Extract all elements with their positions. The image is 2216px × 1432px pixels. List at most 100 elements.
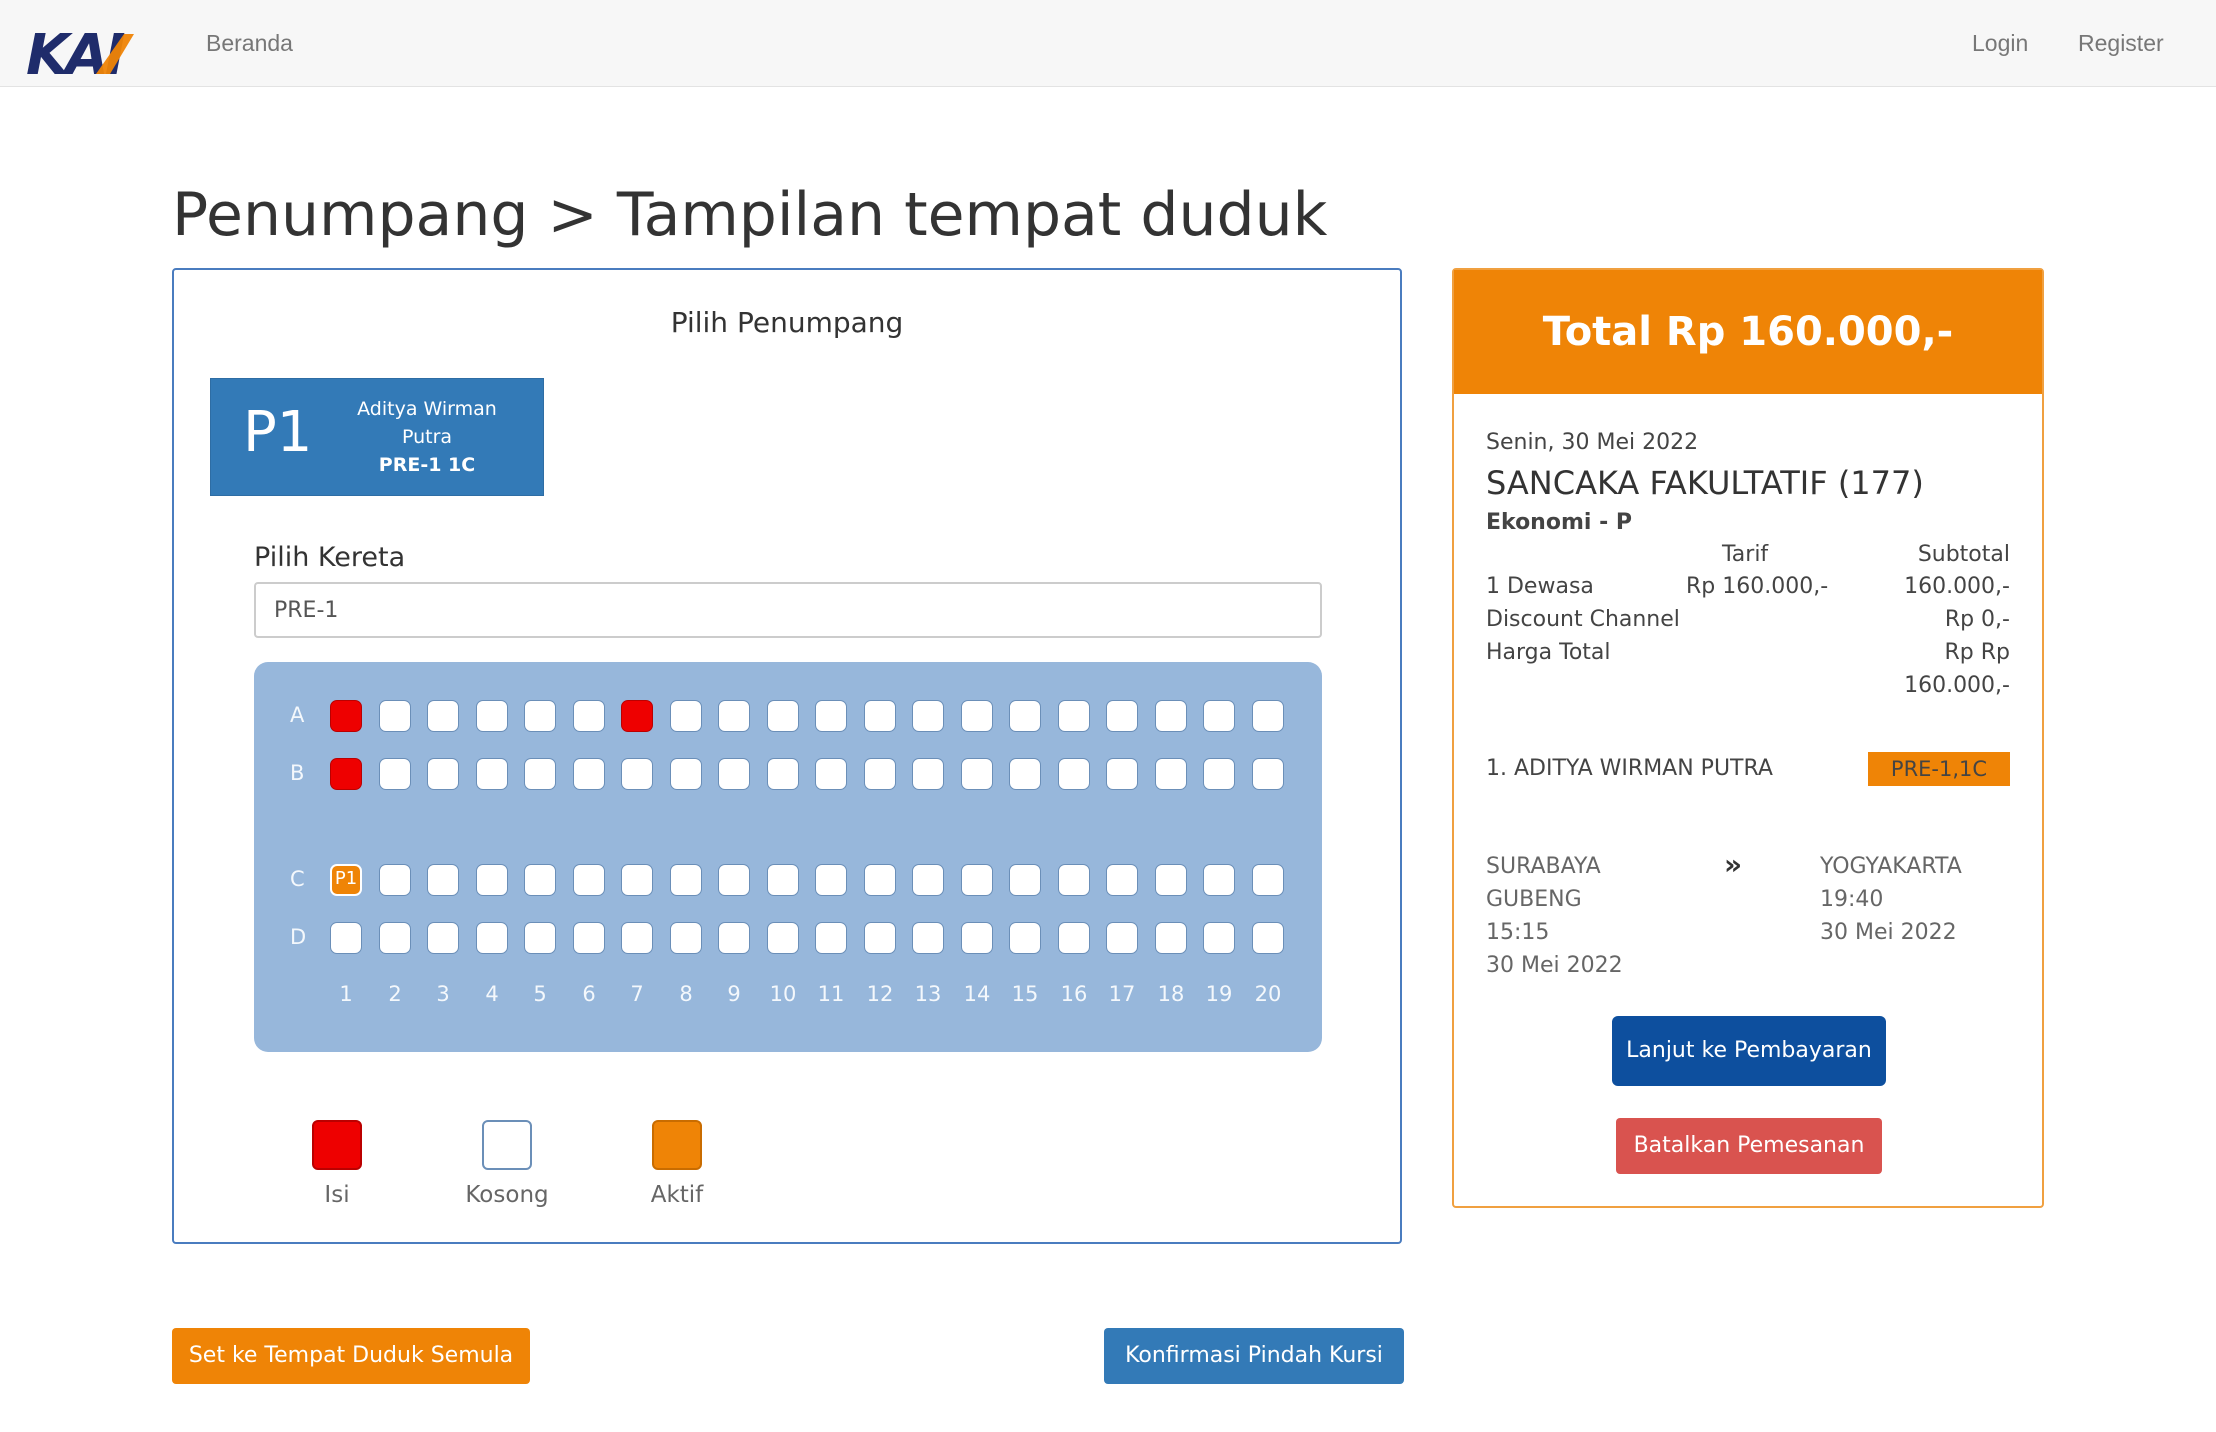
seat-b16[interactable]	[1058, 758, 1090, 790]
column-number: 20	[1254, 982, 1282, 1006]
seat-b3[interactable]	[427, 758, 459, 790]
seat-b19[interactable]	[1203, 758, 1235, 790]
seat-c7[interactable]	[621, 864, 653, 896]
destination-time: 19:40	[1820, 887, 1884, 912]
seat-a2[interactable]	[379, 700, 411, 732]
seat-a14[interactable]	[961, 700, 993, 732]
kai-logo[interactable]: KAI	[26, 26, 160, 78]
seat-b2[interactable]	[379, 758, 411, 790]
seat-d9[interactable]	[718, 922, 750, 954]
seat-a20[interactable]	[1252, 700, 1284, 732]
seat-b18[interactable]	[1155, 758, 1187, 790]
seat-b15[interactable]	[1009, 758, 1041, 790]
seat-d2[interactable]	[379, 922, 411, 954]
choose-passenger-title: Pilih Penumpang	[670, 306, 904, 339]
proceed-to-payment-button[interactable]: Lanjut ke Pembayaran	[1612, 1016, 1886, 1086]
seat-c18[interactable]	[1155, 864, 1187, 896]
seat-d6[interactable]	[573, 922, 605, 954]
seat-d11[interactable]	[815, 922, 847, 954]
confirm-seat-change-button[interactable]: Konfirmasi Pindah Kursi	[1104, 1328, 1404, 1384]
line-tarif-adult: Rp 160.000,-	[1686, 574, 1829, 599]
seat-a10[interactable]	[767, 700, 799, 732]
nav-login-link[interactable]: Login	[1972, 30, 2028, 57]
column-number: 10	[769, 982, 797, 1006]
seat-c10[interactable]	[767, 864, 799, 896]
order-summary-panel: Total Rp 160.000,- Senin, 30 Mei 2022 SA…	[1452, 268, 2044, 1208]
row-label-c: C	[290, 867, 305, 891]
seat-a15[interactable]	[1009, 700, 1041, 732]
seat-c16[interactable]	[1058, 864, 1090, 896]
seat-c4[interactable]	[476, 864, 508, 896]
passenger-card[interactable]: P1 Aditya Wirman Putra PRE-1 1C	[210, 378, 544, 496]
seat-b9[interactable]	[718, 758, 750, 790]
seat-b5[interactable]	[524, 758, 556, 790]
column-number: 16	[1060, 982, 1088, 1006]
seat-d13[interactable]	[912, 922, 944, 954]
seat-d20[interactable]	[1252, 922, 1284, 954]
seat-c8[interactable]	[670, 864, 702, 896]
seat-a13[interactable]	[912, 700, 944, 732]
seat-c6[interactable]	[573, 864, 605, 896]
seat-a19[interactable]	[1203, 700, 1235, 732]
seat-a17[interactable]	[1106, 700, 1138, 732]
seat-d14[interactable]	[961, 922, 993, 954]
seat-c2[interactable]	[379, 864, 411, 896]
seat-b10[interactable]	[767, 758, 799, 790]
seat-c14[interactable]	[961, 864, 993, 896]
seat-c20[interactable]	[1252, 864, 1284, 896]
seat-a8[interactable]	[670, 700, 702, 732]
seat-c13[interactable]	[912, 864, 944, 896]
seat-b17[interactable]	[1106, 758, 1138, 790]
seat-d17[interactable]	[1106, 922, 1138, 954]
seat-a4[interactable]	[476, 700, 508, 732]
column-number: 6	[582, 982, 596, 1006]
seat-a11[interactable]	[815, 700, 847, 732]
seat-a6[interactable]	[573, 700, 605, 732]
seat-d4[interactable]	[476, 922, 508, 954]
seat-a16[interactable]	[1058, 700, 1090, 732]
seat-c17[interactable]	[1106, 864, 1138, 896]
seat-d1[interactable]	[330, 922, 362, 954]
passenger-seat: PRE-1 1C	[378, 454, 476, 476]
seat-b13[interactable]	[912, 758, 944, 790]
seat-d3[interactable]	[427, 922, 459, 954]
seat-b11[interactable]	[815, 758, 847, 790]
cancel-order-button[interactable]: Batalkan Pemesanan	[1616, 1118, 1882, 1174]
seat-d7[interactable]	[621, 922, 653, 954]
seat-c12[interactable]	[864, 864, 896, 896]
train-select[interactable]: PRE-1	[254, 582, 1322, 638]
seat-d15[interactable]	[1009, 922, 1041, 954]
column-number: 2	[388, 982, 402, 1006]
seat-d19[interactable]	[1203, 922, 1235, 954]
seat-c19[interactable]	[1203, 864, 1235, 896]
column-number: 15	[1011, 982, 1039, 1006]
seat-b14[interactable]	[961, 758, 993, 790]
nav-register-link[interactable]: Register	[2078, 30, 2164, 57]
seat-d5[interactable]	[524, 922, 556, 954]
seat-b8[interactable]	[670, 758, 702, 790]
seat-c1[interactable]: P1	[330, 864, 362, 896]
seat-c5[interactable]	[524, 864, 556, 896]
seat-d8[interactable]	[670, 922, 702, 954]
seat-c11[interactable]	[815, 864, 847, 896]
seat-a3[interactable]	[427, 700, 459, 732]
seat-b12[interactable]	[864, 758, 896, 790]
seat-d10[interactable]	[767, 922, 799, 954]
seat-b7[interactable]	[621, 758, 653, 790]
seat-d18[interactable]	[1155, 922, 1187, 954]
seat-a12[interactable]	[864, 700, 896, 732]
seat-b4[interactable]	[476, 758, 508, 790]
seat-a5[interactable]	[524, 700, 556, 732]
reset-seat-button[interactable]: Set ke Tempat Duduk Semula	[172, 1328, 530, 1384]
seat-b6[interactable]	[573, 758, 605, 790]
nav-home-link[interactable]: Beranda	[206, 30, 293, 57]
seat-c15[interactable]	[1009, 864, 1041, 896]
seat-c3[interactable]	[427, 864, 459, 896]
line-label-adult: 1 Dewasa	[1486, 574, 1594, 599]
seat-d12[interactable]	[864, 922, 896, 954]
seat-d16[interactable]	[1058, 922, 1090, 954]
seat-b20[interactable]	[1252, 758, 1284, 790]
seat-c9[interactable]	[718, 864, 750, 896]
seat-a18[interactable]	[1155, 700, 1187, 732]
seat-a9[interactable]	[718, 700, 750, 732]
